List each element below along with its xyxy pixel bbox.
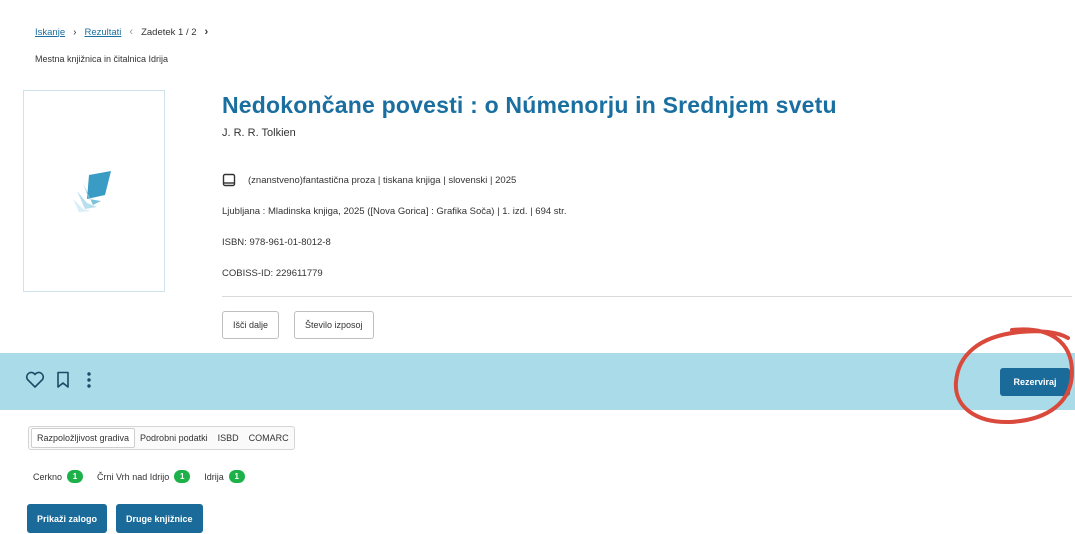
- other-libraries-button[interactable]: Druge knjižnice: [116, 504, 203, 533]
- material-info: (znanstveno)fantastična proza | tiskana …: [248, 174, 517, 186]
- location-item[interactable]: Črni Vrh nad Idrijo 1: [97, 470, 191, 483]
- count-badge: 1: [174, 470, 191, 483]
- detail-tabs: Razpoložljivost gradiva Podrobni podatki…: [28, 426, 295, 450]
- book-cover: [23, 90, 165, 292]
- count-badge: 1: [228, 470, 245, 483]
- show-stock-button[interactable]: Prikaži zalogo: [27, 504, 108, 533]
- divider: [222, 296, 1072, 297]
- bookmark-icon[interactable]: [56, 371, 70, 389]
- reserve-button[interactable]: Rezerviraj: [1000, 368, 1070, 396]
- cobiss-id: COBISS-ID: 229611779: [222, 268, 323, 279]
- breadcrumb: Iskanje › Rezultati ‹ Zadetek 1 / 2 ›: [35, 26, 216, 38]
- loan-count-button[interactable]: Število izposoj: [294, 311, 374, 339]
- heart-icon[interactable]: [25, 371, 45, 389]
- library-name: Mestna knjižnica in čitalnica Idrija: [35, 54, 169, 64]
- book-author[interactable]: J. R. R. Tolkien: [222, 127, 296, 139]
- search-further-button[interactable]: Išči dalje: [222, 311, 280, 339]
- book-icon: [222, 173, 236, 187]
- material-line: (znanstveno)fantastična proza | tiskana …: [222, 173, 516, 187]
- location-item[interactable]: Cerkno 1: [33, 470, 84, 483]
- next-record-icon[interactable]: ›: [205, 26, 209, 38]
- location-name: Idrija: [204, 471, 224, 482]
- isbn-info: ISBN: 978-961-01-8012-8: [222, 237, 331, 248]
- location-item[interactable]: Idrija 1: [204, 470, 245, 483]
- record-counter: Zadetek 1 / 2: [141, 26, 197, 38]
- location-name: Cerkno: [33, 471, 63, 482]
- count-badge: 1: [67, 470, 84, 483]
- publication-info: Ljubljana : Mladinska knjiga, 2025 ([Nov…: [222, 206, 567, 217]
- previous-record-icon[interactable]: ‹: [129, 26, 133, 38]
- location-name: Črni Vrh nad Idrijo: [97, 471, 170, 482]
- book-title: Nedokončane povesti : o Númenorju in Sre…: [222, 92, 837, 118]
- more-vertical-icon[interactable]: [86, 371, 92, 389]
- action-bar: [0, 353, 1075, 410]
- breadcrumb-search-link[interactable]: Iskanje: [35, 27, 65, 38]
- tab-isbd[interactable]: ISBD: [213, 427, 244, 449]
- tab-comarc[interactable]: COMARC: [244, 427, 294, 449]
- chevron-right-icon: ›: [73, 26, 77, 38]
- availability-list: Cerkno 1 Črni Vrh nad Idrijo 1 Idrija 1: [33, 470, 259, 483]
- tab-details[interactable]: Podrobni podatki: [135, 427, 213, 449]
- breadcrumb-results-link[interactable]: Rezultati: [84, 27, 121, 38]
- book-pages-icon: [73, 171, 111, 212]
- tab-availability[interactable]: Razpoložljivost gradiva: [31, 428, 136, 448]
